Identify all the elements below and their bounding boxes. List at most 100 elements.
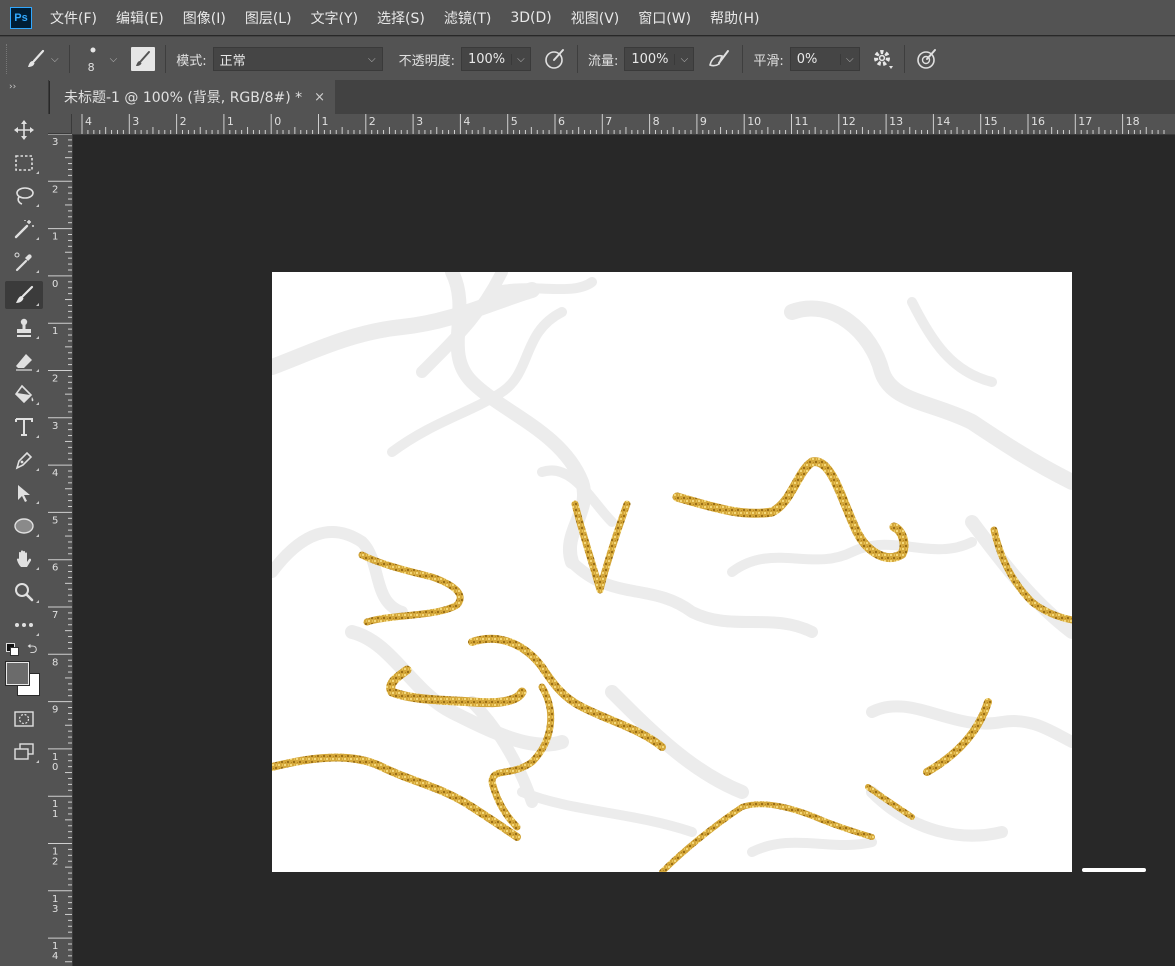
move-tool[interactable] xyxy=(5,116,43,144)
paint-bucket-icon xyxy=(14,384,34,404)
ellipse-tool[interactable] xyxy=(5,512,43,540)
screen-mode-icon xyxy=(14,743,34,760)
default-colors-icon[interactable] xyxy=(6,643,19,656)
ruler-label: 3 xyxy=(416,115,423,128)
menu-window[interactable]: 窗口(W) xyxy=(638,8,691,28)
chevron-down-icon[interactable]: ⌵ xyxy=(839,53,859,65)
document-canvas[interactable] xyxy=(272,272,1072,872)
eraser-tool[interactable] xyxy=(5,347,43,375)
ruler-label: 16 xyxy=(1031,115,1045,128)
tool-preset-picker[interactable]: ⌵ xyxy=(25,48,59,70)
chevron-down-icon[interactable]: ⌵ xyxy=(674,53,693,65)
eyedropper-icon xyxy=(14,252,32,272)
screen-mode-toggle[interactable] xyxy=(5,738,43,766)
ruler-label: 7 xyxy=(52,610,58,621)
opacity-field[interactable]: 100% ⌵ xyxy=(460,47,531,71)
ruler-label: 13 xyxy=(889,115,903,128)
panel-collapse-icon[interactable]: ›› xyxy=(9,82,16,92)
menu-view[interactable]: 视图(V) xyxy=(571,8,620,28)
menu-edit[interactable]: 编辑(E) xyxy=(116,8,164,28)
divider xyxy=(742,45,744,73)
document-tab-title: 未标题-1 @ 100% (背景, RGB/8#) * xyxy=(64,90,303,106)
smoothing-options-button[interactable] xyxy=(872,48,894,70)
opacity-value[interactable]: 100% xyxy=(468,52,505,67)
menu-bar: Ps 文件(F) 编辑(E) 图像(I) 图层(L) 文字(Y) 选择(S) 滤… xyxy=(0,0,1175,35)
ruler-label: 11 xyxy=(795,115,809,128)
hand-tool[interactable] xyxy=(5,545,43,573)
pressure-size-toggle[interactable] xyxy=(915,47,939,71)
zoom-icon xyxy=(15,583,34,602)
menu-select[interactable]: 选择(S) xyxy=(377,8,425,28)
divider xyxy=(576,45,578,73)
menu-layer[interactable]: 图层(L) xyxy=(245,8,292,28)
foreground-color-swatch[interactable] xyxy=(6,662,29,685)
ruler-label: 3 xyxy=(52,421,58,432)
ruler-label: 2 xyxy=(52,374,58,385)
smoothing-value[interactable]: 0% xyxy=(797,52,818,67)
lasso-tool[interactable] xyxy=(5,182,43,210)
menu-type[interactable]: 文字(Y) xyxy=(311,8,358,28)
chevron-down-icon[interactable]: ⌵ xyxy=(510,53,530,65)
document-tab-bar: 未标题-1 @ 100% (背景, RGB/8#) * × xyxy=(50,80,1175,114)
brush-tip-icon xyxy=(90,47,96,53)
menu-help[interactable]: 帮助(H) xyxy=(710,8,759,28)
ruler-label: 6 xyxy=(52,563,58,574)
zoom-tool[interactable] xyxy=(5,578,43,606)
ruler-label: 1 xyxy=(322,115,329,128)
ruler-label: 2 xyxy=(52,857,58,868)
pen-tool[interactable] xyxy=(5,446,43,474)
arrow-icon xyxy=(18,485,30,502)
options-grip[interactable] xyxy=(6,44,11,74)
menu-file[interactable]: 文件(F) xyxy=(50,8,97,28)
type-tool[interactable] xyxy=(5,413,43,441)
close-icon[interactable]: × xyxy=(314,90,325,105)
divider xyxy=(68,45,70,73)
pressure-opacity-icon xyxy=(545,49,564,69)
brush-size-picker[interactable]: 8 xyxy=(80,42,106,76)
pressure-opacity-toggle[interactable] xyxy=(543,47,567,71)
ruler-label: 4 xyxy=(52,468,58,479)
magic-wand-icon xyxy=(14,220,34,239)
mode-value: 正常 xyxy=(219,53,246,69)
tools-panel: ›› ⮌ xyxy=(0,80,49,966)
menu-filter[interactable]: 滤镜(T) xyxy=(444,8,491,28)
flow-value[interactable]: 100% xyxy=(631,52,668,67)
divider xyxy=(165,45,167,73)
flow-field[interactable]: 100% ⌵ xyxy=(624,47,695,71)
chevron-down-icon[interactable]: ⌵ xyxy=(110,54,118,65)
horizontal-ruler[interactable]: 4 3 2 1 0 1 2 3 4 5 6 7 8 9 10 11 12 13 14 15 16 17 18 xyxy=(72,114,1175,135)
opacity-label: 不透明度: xyxy=(398,53,455,69)
ruler-label: 4 xyxy=(85,115,92,128)
brush-tool[interactable] xyxy=(5,281,43,309)
vertical-ruler[interactable]: 32101234567891011121314 xyxy=(48,134,73,966)
ruler-label: 6 xyxy=(558,115,565,128)
type-icon xyxy=(15,418,33,436)
document-tab[interactable]: 未标题-1 @ 100% (背景, RGB/8#) * × xyxy=(50,80,335,114)
paint-bucket-tool[interactable] xyxy=(5,380,43,408)
path-select-tool[interactable] xyxy=(5,479,43,507)
magic-wand-tool[interactable] xyxy=(5,215,43,243)
smoothing-field[interactable]: 0% ⌵ xyxy=(789,47,860,71)
ruler-label: 2 xyxy=(369,115,376,128)
photoshop-logo[interactable]: Ps xyxy=(10,6,32,29)
pressure-size-icon xyxy=(916,49,936,69)
marquee-tool[interactable] xyxy=(5,149,43,177)
ruler-label: 0 xyxy=(52,762,58,773)
airbrush-toggle[interactable] xyxy=(706,47,732,71)
ruler-origin[interactable] xyxy=(48,114,72,134)
ruler-label: 12 xyxy=(842,115,856,128)
menu-3d[interactable]: 3D(D) xyxy=(510,10,551,26)
menu-image[interactable]: 图像(I) xyxy=(183,8,226,28)
options-bar: ⌵ 8 ⌵ 模式: 正常 ⌵ 不透明度: 100% ⌵ 流量: 100% ⌵ 平… xyxy=(0,36,1175,81)
stamp-tool[interactable] xyxy=(5,314,43,342)
eraser-icon xyxy=(16,354,32,371)
airbrush-icon xyxy=(709,50,730,67)
brush-settings-panel-toggle[interactable] xyxy=(131,47,156,71)
brush-icon xyxy=(16,285,34,303)
eyedropper-tool[interactable] xyxy=(5,248,43,276)
swap-colors-icon[interactable]: ⮌ xyxy=(27,640,37,662)
more-tools[interactable] xyxy=(5,611,43,639)
quick-mask-toggle[interactable] xyxy=(5,705,43,733)
pen-icon xyxy=(15,451,33,470)
mode-dropdown[interactable]: 正常 ⌵ xyxy=(212,47,383,71)
